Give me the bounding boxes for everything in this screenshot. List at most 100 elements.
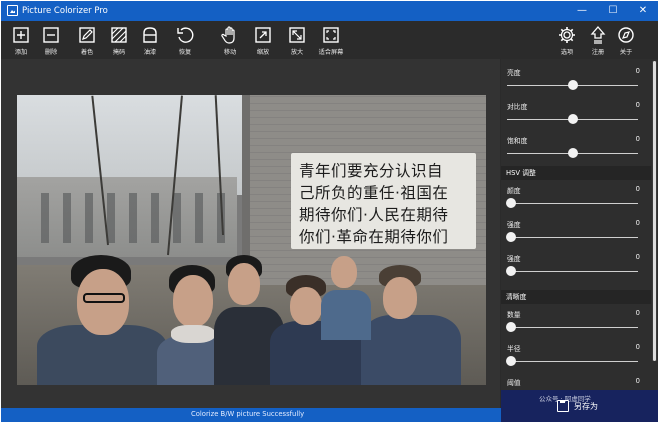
photo-slogan-line: 青年们要充分认识自 [299,162,444,180]
restore-button[interactable]: 恢复 [168,25,202,57]
colorized-photo[interactable]: 青年们要充分认识自 己所负的重任·祖国在 期待你们·人民在期待 你们·革命在期待… [17,95,486,385]
threshold-value: 0 [635,377,640,385]
amount-slider[interactable]: 数量 0 [501,305,651,339]
contrast-label: 对比度 [507,103,528,111]
zoom-box-icon [255,27,271,43]
sharpen-section-title: 清晰度 [501,290,651,304]
hatch-mask-icon [111,27,127,43]
fit-screen-label: 适合屏幕 [318,49,344,56]
saturation-value: 0 [635,135,640,143]
bucket-icon [143,27,157,43]
slider-thumb[interactable] [567,114,578,124]
window-title: Picture Colorizer Pro [22,6,108,16]
intensity-slider[interactable]: 强度 0 [501,215,651,249]
enlarge-label: 放大 [290,49,304,56]
amount-value: 0 [635,309,640,317]
slider-thumb[interactable] [506,356,516,366]
fit-screen-icon [323,27,339,43]
expand-icon [289,27,305,43]
zoom-label: 缩放 [256,49,270,56]
mask-button[interactable]: 掩码 [102,25,136,57]
delete-label: 删除 [44,49,58,56]
add-box-icon [13,27,29,43]
undo-icon [177,27,194,43]
status-text: Colorize B/W picture Successfully [191,410,305,418]
intensity-label: 强度 [507,255,521,263]
zoom-button[interactable]: 缩放 [246,25,280,57]
slider-track[interactable] [507,327,638,328]
radius-label: 半径 [507,345,521,353]
adjust-panel: 亮度 0 对比度 0 饱和度 0 HSV 调整 颜度 0 强度 0 强度 0 清… [501,59,658,408]
slider-track[interactable] [507,203,638,204]
slider-thumb[interactable] [506,198,516,208]
saturation-slider[interactable]: 饱和度 0 [501,131,651,165]
slider-track[interactable] [507,237,638,238]
brightness-label: 亮度 [507,69,521,77]
hand-icon [221,26,235,44]
hue-slider[interactable]: 颜度 0 [501,181,651,215]
about-label: 关于 [619,49,633,56]
brightness-value: 0 [635,67,640,75]
remove-box-icon [43,27,59,43]
saturation-label: 饱和度 [507,137,528,145]
save-icon [557,400,569,412]
move-button[interactable]: 移动 [213,25,247,57]
title-bar: Picture Colorizer Pro — ☐ ✕ [1,1,658,21]
add-label: 添加 [14,49,28,56]
radius-value: 0 [635,343,640,351]
paint-button[interactable]: 油漆 [133,25,167,57]
photo-building-windows [27,193,227,243]
app-logo-icon [7,5,18,16]
gear-icon [559,27,575,43]
hue-label: 颜度 [507,187,521,195]
compass-icon [618,27,634,43]
amount-label: 数量 [507,311,521,319]
brightness-slider[interactable]: 亮度 0 [501,63,651,97]
canvas-area[interactable]: 青年们要充分认识自 己所负的重任·祖国在 期待你们·人民在期待 你们·革命在期待… [1,59,500,408]
options-button[interactable]: 选项 [550,25,584,57]
intensity-value: 0 [635,219,640,227]
upload-arrow-icon [590,26,606,44]
intensity-value: 0 [635,253,640,261]
intensity-slider-2[interactable]: 强度 0 [501,249,651,283]
slider-thumb[interactable] [506,322,516,332]
slider-thumb[interactable] [567,148,578,158]
radius-slider[interactable]: 半径 0 [501,339,651,373]
move-label: 移动 [223,49,237,56]
colorize-label: 着色 [80,49,94,56]
restore-label: 恢复 [178,49,192,56]
brush-edit-icon [79,27,95,43]
contrast-slider[interactable]: 对比度 0 [501,97,651,131]
about-button[interactable]: 关于 [609,25,643,57]
photo-slogan-line: 期待你们·人民在期待 [299,206,449,224]
mask-label: 掩码 [112,49,126,56]
contrast-value: 0 [635,101,640,109]
panel-scrollbar[interactable] [652,61,657,361]
minimize-button[interactable]: — [567,1,597,21]
status-bar: Colorize B/W picture Successfully [1,408,501,422]
toolbar: 添加 删除 着色 掩码 油漆 恢复 移动 缩放 放大 适合屏幕 选项 注册 关于 [1,21,658,59]
scrollbar-thumb[interactable] [653,61,656,361]
photo-slogan-line: 你们·革命在期待你们 [299,228,449,246]
fit-screen-button[interactable]: 适合屏幕 [314,25,348,57]
threshold-label: 阈值 [507,379,521,387]
close-button[interactable]: ✕ [628,1,658,21]
save-as-button[interactable]: 公众号 · 阿虚同学 另存为 [501,390,658,422]
options-label: 选项 [560,49,574,56]
slider-thumb[interactable] [567,80,578,90]
delete-button[interactable]: 删除 [34,25,68,57]
photo-slogan-line: 己所负的重任·祖国在 [299,184,449,202]
hsv-section-title: HSV 调整 [501,166,651,180]
colorize-button[interactable]: 着色 [70,25,104,57]
slider-thumb[interactable] [506,232,516,242]
enlarge-button[interactable]: 放大 [280,25,314,57]
slider-track[interactable] [507,271,638,272]
slider-track[interactable] [507,361,638,362]
intensity-label: 强度 [507,221,521,229]
save-as-label: 另存为 [574,402,598,411]
slider-thumb[interactable] [506,266,516,276]
add-button[interactable]: 添加 [4,25,38,57]
app-window: Picture Colorizer Pro — ☐ ✕ 添加 删除 着色 掩码 … [1,1,658,422]
maximize-button[interactable]: ☐ [598,1,628,21]
hue-value: 0 [635,185,640,193]
